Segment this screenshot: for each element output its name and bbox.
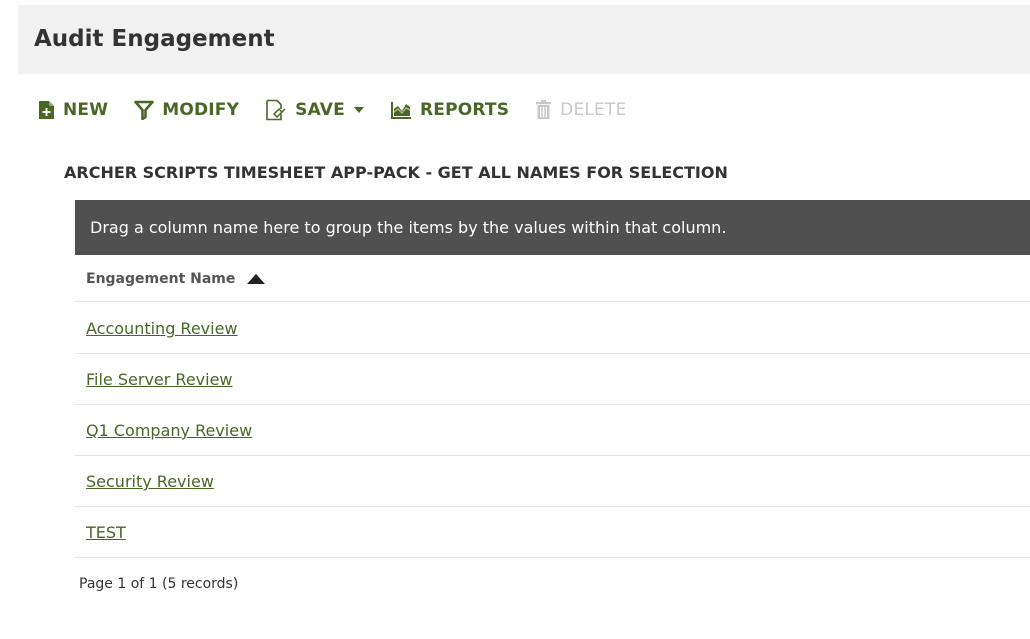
page: Audit Engagement NEW MODIFY SAVE REPORTS…	[0, 0, 1030, 639]
delete-button[interactable]: DELETE	[535, 100, 626, 120]
table-row: File Server Review	[75, 354, 1030, 405]
engagement-link[interactable]: File Server Review	[86, 370, 233, 389]
table-row: TEST	[75, 507, 1030, 558]
report-title: ARCHER SCRIPTS TIMESHEET APP-PACK - GET …	[64, 163, 728, 182]
group-by-panel[interactable]: Drag a column name here to group the ite…	[75, 200, 1030, 255]
chart-report-icon	[390, 102, 411, 119]
table-row: Accounting Review	[75, 303, 1030, 354]
pager-summary: Page 1 of 1 (5 records)	[79, 576, 239, 592]
engagement-link[interactable]: Security Review	[86, 472, 214, 491]
reports-button-label: REPORTS	[419, 100, 510, 120]
title-bar: Audit Engagement	[18, 5, 1030, 74]
engagement-link[interactable]: TEST	[86, 523, 126, 542]
new-button[interactable]: NEW	[38, 100, 108, 120]
trash-icon	[536, 100, 552, 119]
page-title: Audit Engagement	[34, 26, 275, 52]
table-row: Q1 Company Review	[75, 405, 1030, 456]
modify-button[interactable]: MODIFY	[134, 100, 239, 120]
caret-down-icon[interactable]	[353, 107, 364, 113]
save-button[interactable]: SAVE	[265, 99, 364, 121]
column-header-engagement-name[interactable]: Engagement Name	[86, 271, 266, 287]
reports-button[interactable]: REPORTS	[390, 100, 509, 120]
new-button-label: NEW	[63, 100, 109, 120]
table-row: Security Review	[75, 456, 1030, 507]
engagement-link[interactable]: Accounting Review	[86, 319, 238, 338]
sort-ascending-icon	[247, 274, 266, 284]
engagement-link[interactable]: Q1 Company Review	[86, 421, 252, 440]
grid-header: Engagement Name	[75, 260, 1030, 302]
funnel-filter-icon	[134, 100, 155, 120]
delete-button-label: DELETE	[560, 100, 627, 120]
toolbar: NEW MODIFY SAVE REPORTS DELETE	[38, 92, 653, 128]
column-header-label: Engagement Name	[86, 271, 236, 287]
modify-button-label: MODIFY	[162, 100, 240, 120]
new-document-icon	[39, 101, 54, 119]
save-document-icon	[266, 99, 286, 121]
save-button-label: SAVE	[295, 100, 345, 120]
